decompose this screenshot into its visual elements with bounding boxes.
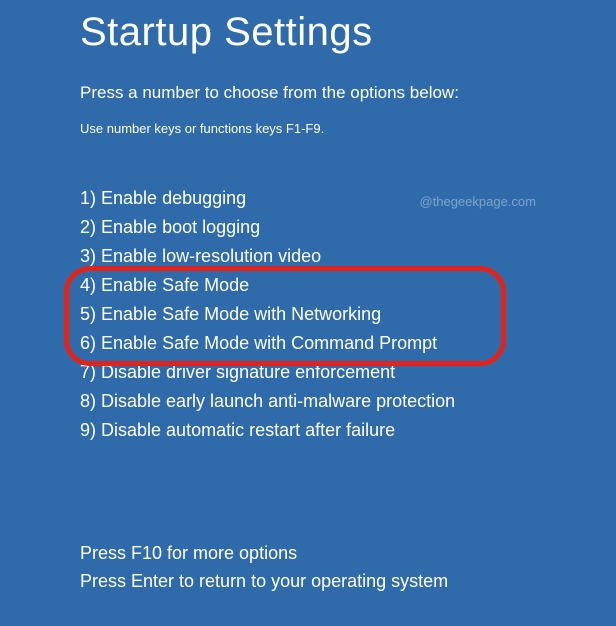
option-item[interactable]: 8) Disable early launch anti-malware pro…	[80, 387, 616, 416]
option-item[interactable]: 7) Disable driver signature enforcement	[80, 358, 616, 387]
option-item[interactable]: 5) Enable Safe Mode with Networking	[80, 300, 616, 329]
option-label: Enable boot logging	[101, 217, 260, 237]
startup-settings-screen: Startup Settings Press a number to choos…	[0, 0, 616, 595]
option-item[interactable]: 4) Enable Safe Mode	[80, 271, 616, 300]
option-item[interactable]: 2) Enable boot logging	[80, 213, 616, 242]
option-label: Disable driver signature enforcement	[101, 362, 395, 382]
option-number: 8	[80, 391, 90, 411]
option-item[interactable]: 6) Enable Safe Mode with Command Prompt	[80, 329, 616, 358]
option-label: Enable Safe Mode with Command Prompt	[101, 333, 437, 353]
option-number: 1	[80, 188, 90, 208]
option-number: 5	[80, 304, 90, 324]
option-label: Disable automatic restart after failure	[101, 420, 395, 440]
option-item[interactable]: 3) Enable low-resolution video	[80, 242, 616, 271]
hint-text: Use number keys or functions keys F1-F9.	[80, 121, 616, 136]
watermark: @thegeekpage.com	[419, 194, 536, 209]
option-number: 2	[80, 217, 90, 237]
option-number: 7	[80, 362, 90, 382]
option-number: 4	[80, 275, 90, 295]
options-list: 1) Enable debugging 2) Enable boot loggi…	[80, 184, 616, 445]
footer-return: Press Enter to return to your operating …	[80, 567, 616, 595]
option-label: Enable Safe Mode	[101, 275, 249, 295]
option-label: Enable debugging	[101, 188, 246, 208]
option-label: Enable low-resolution video	[101, 246, 321, 266]
option-number: 6	[80, 333, 90, 353]
subtitle: Press a number to choose from the option…	[80, 83, 616, 103]
option-number: 9	[80, 420, 90, 440]
option-label: Disable early launch anti-malware protec…	[101, 391, 455, 411]
footer-more-options: Press F10 for more options	[80, 539, 616, 567]
option-item[interactable]: 9) Disable automatic restart after failu…	[80, 416, 616, 445]
option-number: 3	[80, 246, 90, 266]
option-label: Enable Safe Mode with Networking	[101, 304, 381, 324]
page-title: Startup Settings	[80, 10, 616, 55]
